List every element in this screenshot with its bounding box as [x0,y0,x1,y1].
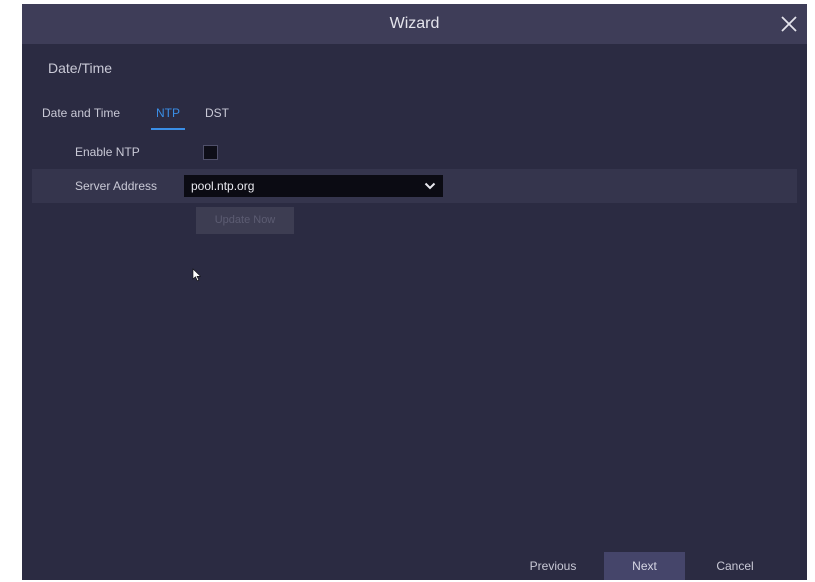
previous-button[interactable]: Previous [515,552,591,580]
close-icon [781,16,797,32]
server-address-value: pool.ntp.org [191,179,255,193]
mouse-pointer-icon [192,268,202,282]
tab-ntp[interactable]: NTP [151,104,185,132]
tab-date-and-time[interactable]: Date and Time [42,104,120,132]
enable-ntp-label: Enable NTP [75,145,140,159]
server-address-select[interactable]: pool.ntp.org [184,175,443,197]
active-tab-underline [151,128,185,130]
cancel-button[interactable]: Cancel [698,552,772,580]
chevron-down-icon [424,182,436,190]
tab-label: NTP [156,106,180,120]
update-now-button[interactable]: Update Now [196,207,294,234]
tab-label: DST [205,106,229,120]
wizard-window: Wizard Date/Time Date and Time NTP DST E… [22,4,807,580]
enable-ntp-checkbox[interactable] [203,145,218,160]
title-bar: Wizard [22,4,807,44]
window-title: Wizard [389,15,440,32]
enable-ntp-row: Enable NTP [32,135,797,169]
next-button[interactable]: Next [604,552,685,580]
tab-dst[interactable]: DST [205,104,229,132]
server-address-row: Server Address pool.ntp.org [32,169,797,203]
close-button[interactable] [775,10,803,38]
tab-label: Date and Time [42,106,121,120]
section-title: Date/Time [48,60,113,76]
server-address-label: Server Address [75,179,158,193]
